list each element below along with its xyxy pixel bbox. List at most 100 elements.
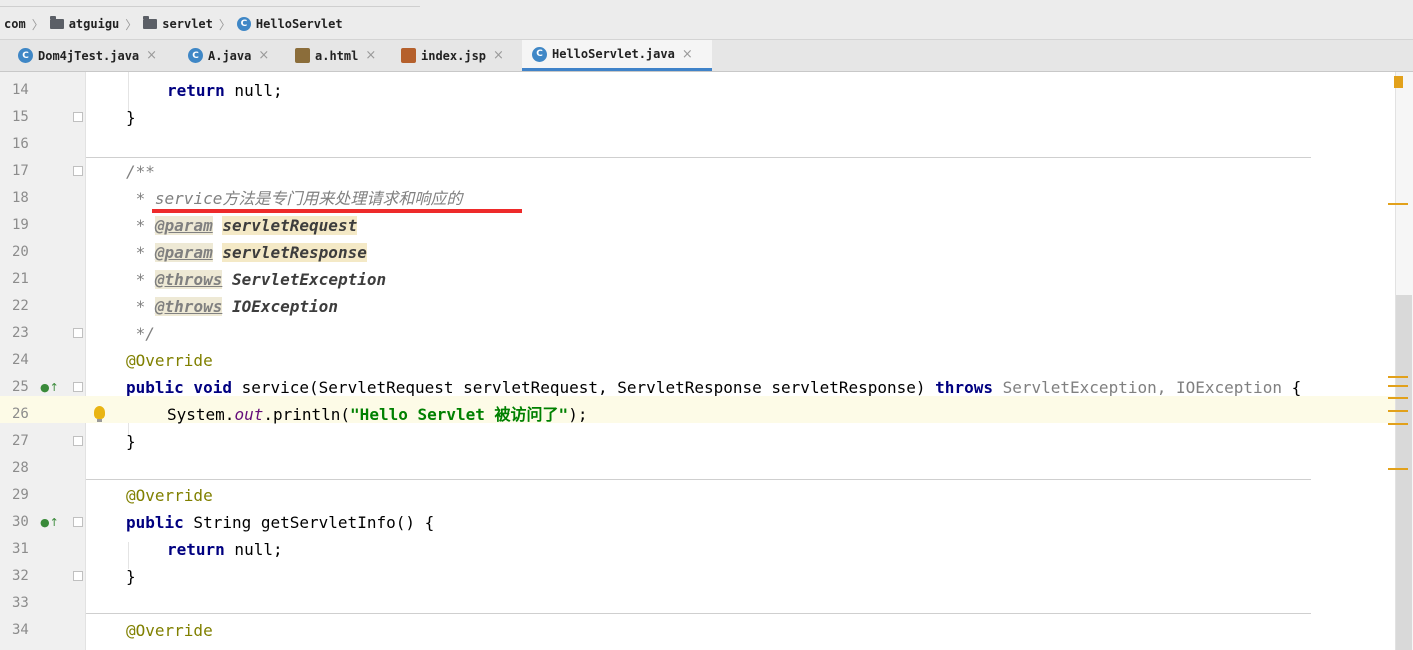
param-name: servletRequest xyxy=(222,216,358,235)
code-line-current: 26 System.out.println("Hello Servlet 被访问… xyxy=(0,396,1395,424)
code-line: 18 * service方法是专门用来处理请求和响应的 xyxy=(0,180,1395,208)
jsp-file-icon xyxy=(401,48,416,63)
tab-label: index.jsp xyxy=(421,48,487,63)
fold-marker-icon[interactable] xyxy=(73,571,83,581)
window-top-strip xyxy=(0,0,420,7)
stripe-marker[interactable] xyxy=(1388,423,1408,425)
fold-marker-icon[interactable] xyxy=(73,166,83,176)
comment-star: * xyxy=(126,270,155,289)
override-marker-icon[interactable]: ●↑ xyxy=(40,381,59,394)
code-token: .println( xyxy=(263,405,351,424)
close-icon[interactable]: × xyxy=(493,48,504,63)
stripe-marker[interactable] xyxy=(1388,468,1408,470)
javadoc-tag: @throws xyxy=(154,297,223,316)
lightbulb-icon[interactable] xyxy=(94,406,105,422)
close-icon[interactable]: × xyxy=(682,47,693,62)
warning-indicator-icon[interactable] xyxy=(1394,76,1403,88)
code-editor[interactable]: 14 return null; 15 } 16 17 /** 18 * serv… xyxy=(0,72,1413,650)
exception-name: IOException xyxy=(231,297,338,316)
stripe-marker[interactable] xyxy=(1388,376,1408,378)
code-line: 24 @Override xyxy=(0,342,1395,370)
stripe-marker[interactable] xyxy=(1388,203,1408,205)
breadcrumb-label: com xyxy=(4,17,26,31)
breadcrumb-separator: 〉 xyxy=(125,17,138,32)
folder-icon xyxy=(49,16,64,29)
stripe-marker[interactable] xyxy=(1388,397,1408,399)
javadoc-tag: @param xyxy=(154,243,213,262)
tab-label: a.html xyxy=(315,48,359,63)
keyword: return xyxy=(167,81,225,100)
fold-marker-icon[interactable] xyxy=(73,382,83,392)
breadcrumb-label: servlet xyxy=(162,17,213,31)
close-icon[interactable]: × xyxy=(365,48,376,63)
fold-marker-icon[interactable] xyxy=(73,328,83,338)
stripe-marker[interactable] xyxy=(1388,385,1408,387)
code-line: 27 } xyxy=(0,423,1395,451)
code-line: 16 xyxy=(0,126,1395,153)
comment-star: * xyxy=(126,189,155,208)
java-class-icon: C xyxy=(18,48,33,63)
keyword: return xyxy=(167,540,225,559)
breadcrumb: com 〉 atguigu 〉 servlet 〉 C HelloServlet xyxy=(0,0,1413,40)
string-literal: "Hello Servlet 被访问了" xyxy=(350,405,569,424)
folder-icon xyxy=(143,16,158,29)
code-line: 31 return null; xyxy=(0,531,1395,559)
code-line: 14 return null; xyxy=(0,72,1395,100)
code-line: 23 */ xyxy=(0,315,1395,343)
code-line: 30 ●↑ public String getServletInfo() { xyxy=(0,504,1395,532)
tab-a-java[interactable]: C A.java × xyxy=(188,40,269,71)
close-icon[interactable]: × xyxy=(146,48,157,63)
code-line: 17 /** xyxy=(0,153,1395,181)
code-line: 15 } xyxy=(0,99,1395,127)
code-token: { xyxy=(1281,378,1302,397)
tab-index-jsp[interactable]: index.jsp × xyxy=(401,40,504,71)
line-number: 34 xyxy=(12,622,29,638)
breadcrumb-row: com 〉 atguigu 〉 servlet 〉 C HelloServlet xyxy=(4,14,343,34)
param-name: servletResponse xyxy=(222,243,367,262)
breadcrumb-item-com[interactable]: com xyxy=(4,17,26,31)
class-icon: C xyxy=(236,17,251,31)
editor-tab-bar: C Dom4jTest.java × C A.java × a.html × i… xyxy=(0,40,1413,72)
tab-dom4jtest-java[interactable]: C Dom4jTest.java × xyxy=(18,40,157,71)
tab-label: HelloServlet.java xyxy=(552,47,675,61)
code-line: 20 * @param servletResponse xyxy=(0,234,1395,262)
code-line: 28 xyxy=(0,450,1395,477)
breadcrumb-item-servlet[interactable]: servlet xyxy=(143,16,213,31)
breadcrumb-label: HelloServlet xyxy=(255,17,343,31)
vertical-scrollbar-thumb[interactable] xyxy=(1396,295,1412,650)
code-line: 32 } xyxy=(0,558,1395,586)
code-line: 33 xyxy=(0,585,1395,612)
comment-star: * xyxy=(126,297,155,316)
annotation: @Override xyxy=(126,621,213,640)
tab-label: Dom4jTest.java xyxy=(38,48,140,63)
tab-helloservlet-java[interactable]: C HelloServlet.java × xyxy=(522,40,712,71)
fold-marker-icon[interactable] xyxy=(73,517,83,527)
breadcrumb-label: atguigu xyxy=(68,17,120,31)
code-line: 21 * @throws ServletException xyxy=(0,261,1395,289)
code-line: 34 @Override xyxy=(0,612,1395,640)
javadoc-tag: @throws xyxy=(154,270,223,289)
static-field: out xyxy=(234,405,264,424)
keyword: public xyxy=(126,513,184,532)
comment-description: service方法是专门用来处理请求和响应的 xyxy=(154,189,463,208)
stripe-marker[interactable] xyxy=(1388,410,1408,412)
fold-marker-icon[interactable] xyxy=(73,436,83,446)
breadcrumb-item-atguigu[interactable]: atguigu xyxy=(49,16,120,31)
code-token: null; xyxy=(224,81,283,100)
override-marker-icon[interactable]: ●↑ xyxy=(40,516,59,529)
javadoc-tag: @param xyxy=(154,216,213,235)
breadcrumb-separator: 〉 xyxy=(31,17,44,32)
code-token: ServletException, IOException xyxy=(992,378,1282,397)
tab-a-html[interactable]: a.html × xyxy=(295,40,376,71)
html-file-icon xyxy=(295,48,310,63)
close-icon[interactable]: × xyxy=(258,48,269,63)
tab-label: A.java xyxy=(208,48,252,63)
code-line: 29 @Override xyxy=(0,477,1395,505)
breadcrumb-item-helloservlet[interactable]: C HelloServlet xyxy=(236,17,343,31)
keyword: public void xyxy=(126,378,232,397)
exception-name: ServletException xyxy=(231,270,387,289)
fold-marker-icon[interactable] xyxy=(73,112,83,122)
breadcrumb-separator: 〉 xyxy=(218,17,231,32)
code-token: null; xyxy=(224,540,283,559)
code-line: 22 * @throws IOException xyxy=(0,288,1395,316)
